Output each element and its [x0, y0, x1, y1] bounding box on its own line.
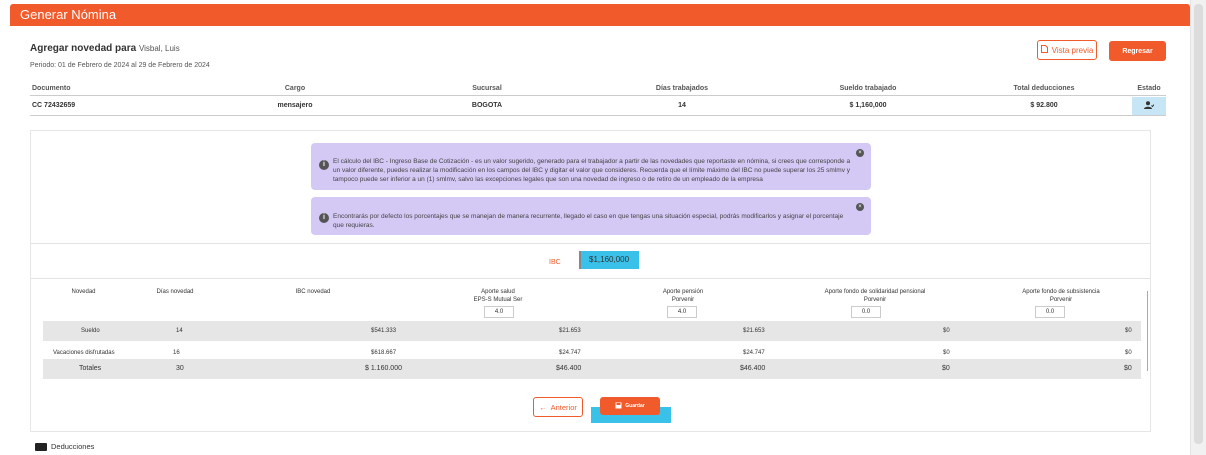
row-subsistencia: $0: [1125, 350, 1132, 356]
cell-dias: 14: [678, 102, 686, 109]
table-row: Sueldo 14 $541.333 $21.653 $21.653 $0 $0: [43, 321, 1141, 341]
totals-solidaridad: $0: [942, 365, 950, 372]
floppy-icon: [615, 402, 622, 411]
col-estado: Estado: [1137, 85, 1161, 92]
totals-label: Totales: [79, 365, 102, 372]
divider: [31, 243, 1150, 244]
totals-pension: $46.400: [740, 365, 766, 372]
cell-sueldo: $ 1,160,000: [849, 102, 887, 109]
cell-cargo: mensajero: [277, 102, 313, 109]
divider: [31, 278, 1150, 279]
solidaridad-pct-input[interactable]: 0.0: [851, 306, 881, 318]
row-novedad: Sueldo: [81, 328, 100, 334]
head-dias: Días novedad: [156, 289, 194, 295]
arrow-left-icon: ←: [539, 402, 547, 412]
percent-info-text: Encontrarás por defecto los porcentajes …: [333, 213, 844, 229]
close-icon[interactable]: ×: [856, 203, 864, 211]
scrollbar-thumb[interactable]: [1194, 4, 1203, 444]
money-icon: [35, 442, 47, 451]
totals-subsistencia: $0: [1124, 365, 1132, 372]
summary-header-row: Documento Cargo Sucursal Días trabajados…: [30, 82, 1166, 96]
ibc-info-text: El cálculo del IBC - Ingreso Base de Cot…: [333, 158, 851, 183]
page-header: Generar Nómina: [10, 4, 1190, 26]
deducciones-section[interactable]: Deducciones: [35, 442, 94, 451]
head-subsistencia-entity: Porvenir: [1049, 297, 1073, 303]
ibc-input[interactable]: $1,160,000: [579, 251, 639, 269]
row-salud: $21.653: [559, 328, 581, 334]
totals-dias: 30: [176, 365, 184, 372]
col-dias: Días trabajados: [655, 85, 709, 92]
summary-table: Documento Cargo Sucursal Días trabajados…: [30, 82, 1166, 116]
row-salud: $24.747: [559, 350, 581, 356]
head-pension: Aporte pensión: [662, 289, 704, 295]
col-cargo: Cargo: [284, 85, 306, 92]
ibc-info-alert: i El cálculo del IBC - Ingreso Base de C…: [311, 143, 871, 190]
subsistencia-pct-input[interactable]: 0.0: [1035, 306, 1065, 318]
table-scrollbar[interactable]: [1147, 291, 1148, 371]
row-ibc: $618.667: [371, 350, 397, 356]
page-title: Agregar novedad para Visbal, Luis: [30, 43, 180, 54]
info-icon: i: [319, 213, 329, 223]
percent-info-alert: i Encontrarás por defecto los porcentaje…: [311, 197, 871, 235]
totals-ibc: $ 1.160.000: [365, 365, 402, 372]
row-solidaridad: $0: [943, 350, 950, 356]
back-button[interactable]: Regresar: [1109, 41, 1166, 61]
col-deducciones: Total deducciones: [1013, 85, 1075, 92]
salud-pct-input[interactable]: 4.0: [484, 306, 514, 318]
pension-pct-input[interactable]: 4.0: [667, 306, 697, 318]
row-dias: 16: [173, 350, 180, 356]
col-sueldo: Sueldo trabajado: [839, 85, 897, 92]
totals-row: Totales 30 $ 1.160.000 $46.400 $46.400 $…: [43, 359, 1141, 379]
head-pension-entity: Porvenir: [671, 297, 695, 303]
user-icon: [1144, 100, 1155, 111]
row-novedad: Vacaciones disfrutadas: [53, 350, 115, 356]
ibc-label: IBC: [549, 259, 561, 266]
head-solidaridad: Aporte fondo de solidaridad pensional: [824, 289, 926, 295]
summary-row: CC 72432659 mensajero BOGOTA 14 $ 1,160,…: [30, 96, 1166, 116]
novedades-panel: i El cálculo del IBC - Ingreso Base de C…: [30, 130, 1151, 432]
totals-salud: $46.400: [556, 365, 582, 372]
head-subsistencia: Aporte fondo de subsistencia: [1022, 289, 1100, 295]
save-button[interactable]: Guardar: [600, 397, 660, 415]
document-icon: [1040, 45, 1048, 55]
col-documento: Documento: [32, 85, 71, 92]
cell-deducciones: $ 92.800: [1030, 102, 1058, 109]
title-prefix: Agregar novedad para: [30, 43, 137, 54]
row-subsistencia: $0: [1125, 328, 1132, 334]
head-solidaridad-entity: Porvenir: [863, 297, 887, 303]
head-ibc: IBC novedad: [295, 289, 331, 295]
row-solidaridad: $0: [943, 328, 950, 334]
deducciones-label: Deducciones: [51, 442, 95, 451]
row-pension: $24.747: [743, 350, 765, 356]
employee-name: Visbal, Luis: [138, 44, 180, 53]
head-novedad: Novedad: [71, 289, 96, 295]
close-icon[interactable]: ×: [856, 149, 864, 157]
save-label: Guardar: [625, 403, 645, 409]
header-title: Generar Nómina: [20, 7, 117, 22]
cell-sucursal: BOGOTA: [471, 102, 503, 109]
head-salud: Aporte salud: [481, 289, 515, 295]
row-dias: 14: [176, 328, 183, 334]
row-ibc: $541.333: [371, 328, 397, 334]
estado-user-button[interactable]: [1132, 96, 1166, 115]
row-pension: $21.653: [743, 328, 765, 334]
period-text: Periodo: 01 de Febrero de 2024 al 29 de …: [30, 62, 210, 69]
col-sucursal: Sucursal: [472, 85, 502, 92]
prev-label: Anterior: [550, 402, 577, 412]
head-salud-entity: EPS-S Mutual Ser: [473, 297, 523, 303]
page-scrollbar[interactable]: [1190, 0, 1206, 455]
preview-label: Vista previa: [1051, 45, 1094, 55]
preview-button[interactable]: Vista previa: [1037, 40, 1097, 60]
cell-documento: CC 72432659: [32, 102, 76, 109]
prev-button[interactable]: ← Anterior: [533, 397, 583, 417]
info-icon: i: [319, 160, 329, 170]
